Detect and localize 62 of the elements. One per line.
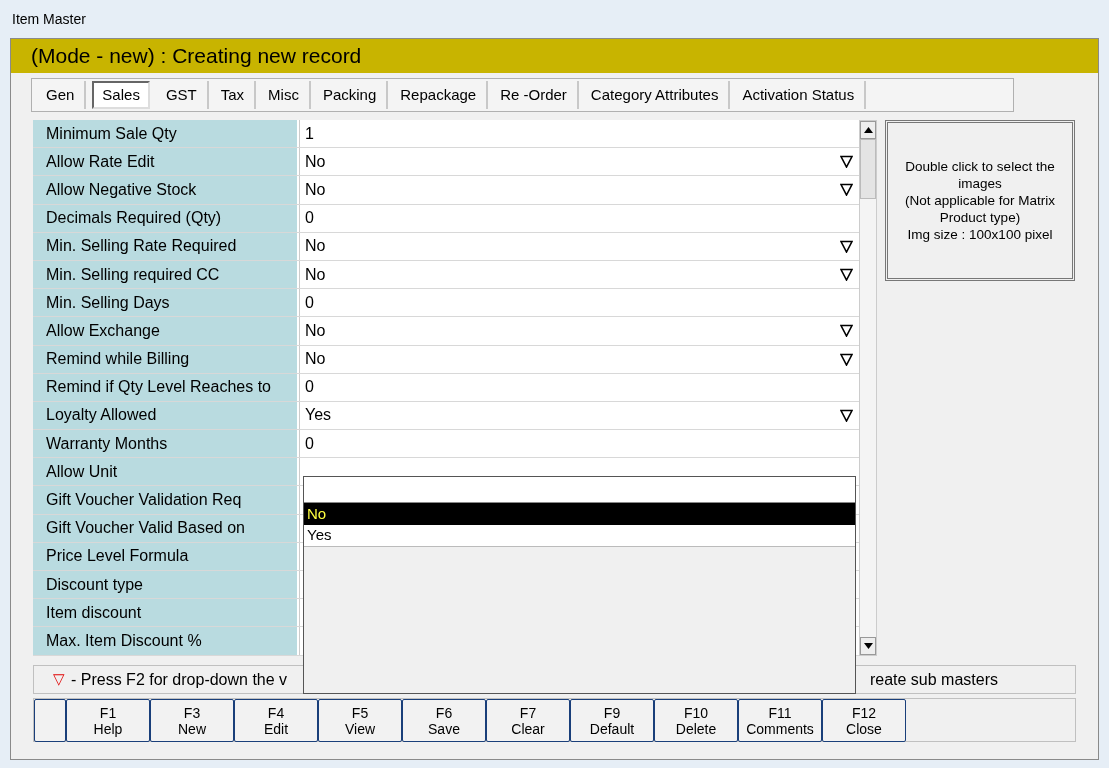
dropdown-triangle-icon[interactable] [840,239,853,253]
field-label: Allow Rate Edit [33,148,297,176]
function-key-button[interactable]: F6 Save [402,699,486,742]
hint-text: - Press F2 for drop-down the v [71,669,288,690]
function-key-button[interactable]: F3 New [150,699,234,742]
tab[interactable]: Gen [36,81,87,109]
dropdown-triangle-icon[interactable] [840,408,853,422]
function-key-button[interactable]: F11 Comments [738,699,822,742]
tab[interactable]: Activation Status [732,81,867,109]
function-key-button[interactable]: F1 Help [66,699,150,742]
field-label: Loyalty Allowed [33,401,297,430]
field-label: Minimum Sale Qty [33,120,297,148]
field-label: Item discount [33,599,297,627]
tab[interactable]: Sales [92,81,150,109]
tab[interactable]: Repackage [390,81,489,109]
scroll-thumb[interactable] [860,139,876,199]
mode-banner: (Mode - new) : Creating new record [11,39,1098,73]
image-box-text: Double click to select the images [904,158,1056,192]
dropdown-triangle-icon[interactable] [840,324,853,338]
field-label: Min. Selling Rate Required [33,232,297,260]
tab[interactable]: Tax [210,81,257,109]
dropdown-option[interactable]: Yes [304,525,855,547]
tab[interactable]: Category Attributes [580,81,731,109]
image-box-text: Img size : 100x100 pixel [907,226,1053,243]
field-label: Remind while Billing [33,345,297,373]
dropdown-list[interactable]: No Yes [303,476,856,694]
image-box[interactable]: Double click to select the images (Not applicable for Matrix Product type) Img size : 100x100 pixel [885,120,1075,281]
field-label: Allow Unit [33,458,297,486]
tab[interactable]: Packing [312,81,389,109]
function-key-button[interactable]: F9 Default [570,699,654,742]
function-key-button[interactable]: F7 Clear [486,699,570,742]
function-key-button[interactable]: F5 View [318,699,402,742]
window-title: Item Master [12,9,86,29]
field-label: Price Level Formula [33,542,297,570]
field-label: Allow Exchange [33,317,297,345]
function-key-button[interactable]: F10 Delete [654,699,738,742]
field-label: Allow Negative Stock [33,176,297,204]
field-label: Remind if Qty Level Reaches to [33,373,297,401]
hint-text: reate sub masters [869,669,998,690]
field-label: Min. Selling Days [33,289,297,317]
tab[interactable]: Misc [258,81,311,109]
dropdown-triangle-icon[interactable] [840,183,853,197]
dropdown-option[interactable]: No [304,503,855,525]
function-key-button[interactable]: F12 Close [822,699,906,742]
hint-marker: ▽ [53,669,65,690]
field-label: Decimals Required (Qty) [33,204,297,232]
field-label: Gift Voucher Validation Req [33,486,297,514]
dropdown-triangle-icon[interactable] [840,268,853,282]
function-key-button[interactable]: F4 Edit [234,699,318,742]
tab[interactable]: Re -Order [490,81,579,109]
dropdown-input[interactable] [304,477,855,503]
blank-key-button[interactable] [34,699,66,742]
field-label: Max. Item Discount % [33,627,297,655]
field-label: Discount type [33,571,297,599]
dropdown-triangle-icon[interactable] [840,352,853,366]
field-label: Warranty Months [33,430,297,458]
image-box-text: (Not applicable for Matrix Product type) [903,192,1057,226]
tab[interactable]: GST [155,81,209,109]
field-label: Min. Selling required CC [33,260,297,289]
dropdown-triangle-icon[interactable] [840,155,853,169]
field-label: Gift Voucher Valid Based on [33,514,297,542]
scrollbar[interactable] [859,120,877,656]
